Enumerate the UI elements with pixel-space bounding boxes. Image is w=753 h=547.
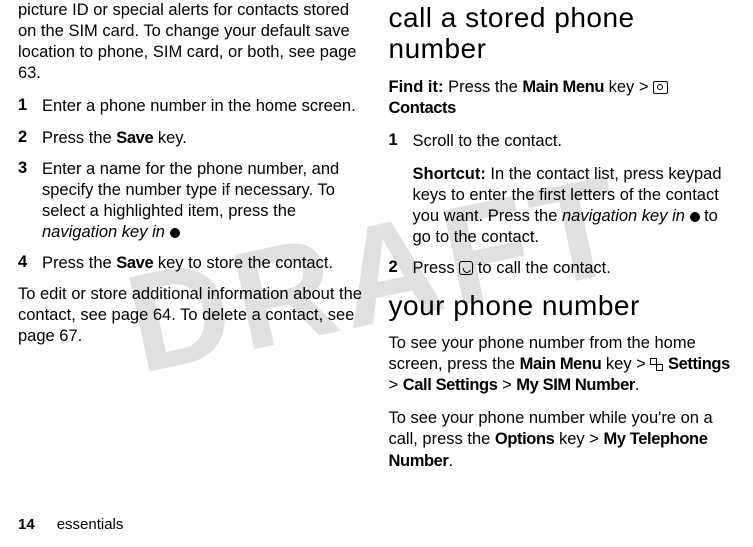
nav-key-label: navigation key in bbox=[562, 207, 685, 225]
key-label-main-menu: Main Menu bbox=[522, 78, 604, 96]
step-number: 1 bbox=[389, 131, 413, 249]
key-label-options: Options bbox=[495, 430, 555, 448]
text bbox=[165, 223, 170, 241]
intro-paragraph: picture ID or special alerts for contact… bbox=[18, 0, 365, 84]
shortcut-block: Shortcut: In the contact list, press key… bbox=[413, 164, 736, 248]
text: Enter a name for the phone number, and s… bbox=[42, 160, 339, 220]
shortcut-label: Shortcut: bbox=[413, 165, 486, 183]
step-1: 1 Enter a phone number in the home scree… bbox=[18, 96, 365, 117]
right-column: call a stored phone number Find it: Pres… bbox=[377, 0, 736, 547]
text: key > bbox=[601, 355, 650, 373]
menu-contacts: Contacts bbox=[389, 99, 456, 117]
text: Press the bbox=[443, 78, 522, 96]
step-number: 1 bbox=[18, 96, 42, 117]
step-text: Enter a name for the phone number, and s… bbox=[42, 159, 365, 243]
text: > bbox=[497, 376, 516, 394]
text: key. bbox=[153, 129, 187, 147]
contacts-icon bbox=[653, 81, 668, 94]
text: . bbox=[635, 376, 640, 394]
step-text: Press the Save key to store the contact. bbox=[42, 253, 365, 274]
find-it-line: Find it: Press the Main Menu key > Conta… bbox=[389, 77, 736, 119]
text: key > bbox=[604, 78, 653, 96]
find-it-label: Find it: bbox=[389, 78, 444, 96]
your-number-p1: To see your phone number from the home s… bbox=[389, 333, 736, 396]
key-label-save: Save bbox=[116, 254, 153, 272]
send-key-icon bbox=[459, 261, 473, 275]
text: to call the contact. bbox=[473, 259, 611, 277]
step-number: 2 bbox=[18, 128, 42, 149]
menu-settings: Settings bbox=[668, 355, 730, 373]
nav-center-icon bbox=[170, 228, 180, 238]
settings-icon bbox=[650, 358, 663, 371]
text: Press bbox=[413, 259, 460, 277]
text: . bbox=[448, 452, 453, 470]
step-number: 4 bbox=[18, 253, 42, 274]
step-number: 2 bbox=[389, 258, 413, 279]
heading-your-number: your phone number bbox=[389, 290, 736, 321]
step-3: 3 Enter a name for the phone number, and… bbox=[18, 159, 365, 243]
step-text: Enter a phone number in the home screen. bbox=[42, 96, 365, 117]
step-text: Scroll to the contact. Shortcut: In the … bbox=[413, 131, 736, 249]
step-r1: 1 Scroll to the contact. Shortcut: In th… bbox=[389, 131, 736, 249]
step-4: 4 Press the Save key to store the contac… bbox=[18, 253, 365, 274]
key-label-save: Save bbox=[116, 129, 153, 147]
step-text: Press to call the contact. bbox=[413, 258, 736, 279]
text: Press the bbox=[42, 129, 116, 147]
heading-call-stored: call a stored phone number bbox=[389, 2, 736, 65]
your-number-p2: To see your phone number while you're on… bbox=[389, 408, 736, 471]
outro-paragraph: To edit or store additional information … bbox=[18, 284, 365, 347]
text: > bbox=[389, 376, 403, 394]
step-line: Scroll to the contact. bbox=[413, 131, 736, 152]
text: Press the bbox=[42, 254, 116, 272]
nav-center-icon bbox=[690, 212, 700, 222]
text: key > bbox=[554, 430, 603, 448]
step-text: Press the Save key. bbox=[42, 128, 365, 149]
step-2: 2 Press the Save key. bbox=[18, 128, 365, 149]
menu-call-settings: Call Settings bbox=[403, 376, 498, 394]
left-column: picture ID or special alerts for contact… bbox=[18, 0, 377, 547]
text: key to store the contact. bbox=[153, 254, 333, 272]
step-number: 3 bbox=[18, 159, 42, 243]
nav-key-label: navigation key in bbox=[42, 223, 165, 241]
step-r2: 2 Press to call the contact. bbox=[389, 258, 736, 279]
key-label-main-menu: Main Menu bbox=[520, 355, 602, 373]
menu-my-sim-number: My SIM Number bbox=[516, 376, 635, 394]
page-columns: picture ID or special alerts for contact… bbox=[0, 0, 753, 547]
